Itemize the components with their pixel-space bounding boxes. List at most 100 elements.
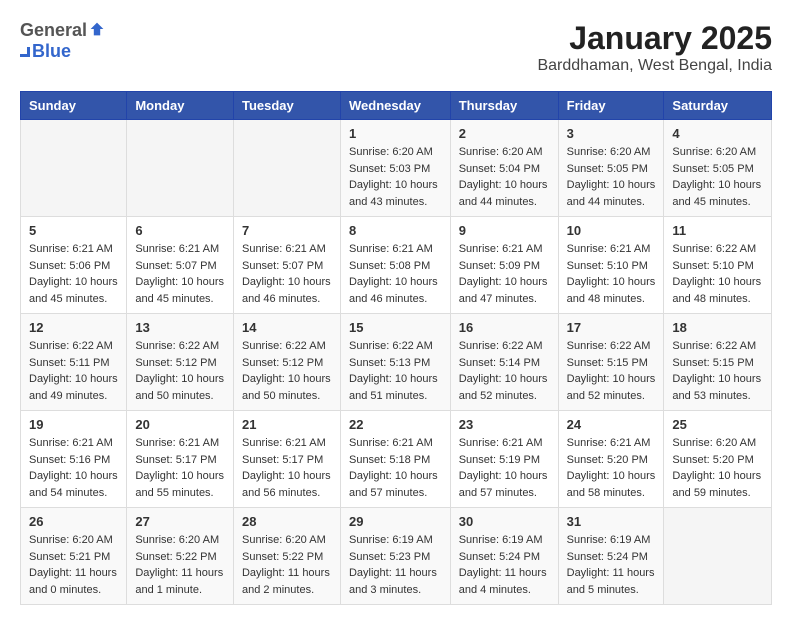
day-number: 31 bbox=[567, 514, 656, 529]
day-number: 15 bbox=[349, 320, 442, 335]
day-number: 2 bbox=[459, 126, 550, 141]
calendar-cell: 17 Sunrise: 6:22 AMSunset: 5:15 PMDayligh… bbox=[558, 314, 664, 411]
day-number: 10 bbox=[567, 223, 656, 238]
calendar-cell: 7 Sunrise: 6:21 AMSunset: 5:07 PMDaylight… bbox=[233, 217, 340, 314]
day-info: Sunrise: 6:21 AMSunset: 5:19 PMDaylight:… bbox=[459, 435, 550, 501]
calendar-week-4: 19 Sunrise: 6:21 AMSunset: 5:16 PMDayligh… bbox=[21, 411, 772, 508]
day-number: 11 bbox=[672, 223, 763, 238]
day-info: Sunrise: 6:20 AMSunset: 5:22 PMDaylight:… bbox=[135, 532, 225, 598]
col-monday: Monday bbox=[127, 92, 234, 120]
calendar-cell: 22 Sunrise: 6:21 AMSunset: 5:18 PMDayligh… bbox=[340, 411, 450, 508]
title-block: January 2025 Barddhaman, West Bengal, In… bbox=[537, 20, 772, 75]
calendar-week-1: 1 Sunrise: 6:20 AMSunset: 5:03 PMDaylight… bbox=[21, 120, 772, 217]
day-info: Sunrise: 6:21 AMSunset: 5:07 PMDaylight:… bbox=[135, 241, 225, 307]
day-info: Sunrise: 6:21 AMSunset: 5:08 PMDaylight:… bbox=[349, 241, 442, 307]
logo-blue: Blue bbox=[32, 41, 71, 62]
day-info: Sunrise: 6:21 AMSunset: 5:20 PMDaylight:… bbox=[567, 435, 656, 501]
page-title: January 2025 bbox=[537, 20, 772, 57]
day-number: 18 bbox=[672, 320, 763, 335]
calendar-cell: 29 Sunrise: 6:19 AMSunset: 5:23 PMDayligh… bbox=[340, 508, 450, 605]
day-info: Sunrise: 6:21 AMSunset: 5:17 PMDaylight:… bbox=[242, 435, 332, 501]
calendar-cell: 23Sunrise: 6:21 AMSunset: 5:19 PMDayligh… bbox=[450, 411, 558, 508]
day-info: Sunrise: 6:22 AMSunset: 5:10 PMDaylight:… bbox=[672, 241, 763, 307]
logo-icon bbox=[89, 21, 105, 37]
day-info: Sunrise: 6:22 AMSunset: 5:15 PMDaylight:… bbox=[567, 338, 656, 404]
day-number: 4 bbox=[672, 126, 763, 141]
col-wednesday: Wednesday bbox=[340, 92, 450, 120]
calendar-table: Sunday Monday Tuesday Wednesday Thursday… bbox=[20, 91, 772, 605]
calendar-cell: 12Sunrise: 6:22 AMSunset: 5:11 PMDayligh… bbox=[21, 314, 127, 411]
day-info: Sunrise: 6:19 AMSunset: 5:24 PMDaylight:… bbox=[567, 532, 656, 598]
day-info: Sunrise: 6:21 AMSunset: 5:09 PMDaylight:… bbox=[459, 241, 550, 307]
day-info: Sunrise: 6:22 AMSunset: 5:12 PMDaylight:… bbox=[242, 338, 332, 404]
calendar-cell bbox=[127, 120, 234, 217]
calendar-cell: 9 Sunrise: 6:21 AMSunset: 5:09 PMDaylight… bbox=[450, 217, 558, 314]
calendar-cell bbox=[233, 120, 340, 217]
day-info: Sunrise: 6:20 AMSunset: 5:05 PMDaylight:… bbox=[567, 144, 656, 210]
calendar-week-5: 26 Sunrise: 6:20 AMSunset: 5:21 PMDayligh… bbox=[21, 508, 772, 605]
calendar-cell: 26 Sunrise: 6:20 AMSunset: 5:21 PMDayligh… bbox=[21, 508, 127, 605]
day-number: 28 bbox=[242, 514, 332, 529]
day-info: Sunrise: 6:20 AMSunset: 5:05 PMDaylight:… bbox=[672, 144, 763, 210]
day-info: Sunrise: 6:22 AMSunset: 5:13 PMDaylight:… bbox=[349, 338, 442, 404]
calendar-cell: 4 Sunrise: 6:20 AMSunset: 5:05 PMDaylight… bbox=[664, 120, 772, 217]
calendar-cell: 21 Sunrise: 6:21 AMSunset: 5:17 PMDayligh… bbox=[233, 411, 340, 508]
logo: General Blue bbox=[20, 20, 105, 62]
day-number: 6 bbox=[135, 223, 225, 238]
calendar-cell: 11 Sunrise: 6:22 AMSunset: 5:10 PMDayligh… bbox=[664, 217, 772, 314]
day-number: 9 bbox=[459, 223, 550, 238]
day-number: 29 bbox=[349, 514, 442, 529]
day-number: 19 bbox=[29, 417, 118, 432]
col-thursday: Thursday bbox=[450, 92, 558, 120]
day-number: 22 bbox=[349, 417, 442, 432]
col-saturday: Saturday bbox=[664, 92, 772, 120]
day-number: 14 bbox=[242, 320, 332, 335]
day-number: 26 bbox=[29, 514, 118, 529]
day-info: Sunrise: 6:21 AMSunset: 5:06 PMDaylight:… bbox=[29, 241, 118, 307]
day-info: Sunrise: 6:22 AMSunset: 5:14 PMDaylight:… bbox=[459, 338, 550, 404]
day-info: Sunrise: 6:19 AMSunset: 5:23 PMDaylight:… bbox=[349, 532, 442, 598]
calendar-cell bbox=[21, 120, 127, 217]
calendar-cell: 5Sunrise: 6:21 AMSunset: 5:06 PMDaylight… bbox=[21, 217, 127, 314]
calendar-cell: 25 Sunrise: 6:20 AMSunset: 5:20 PMDayligh… bbox=[664, 411, 772, 508]
calendar-cell: 24 Sunrise: 6:21 AMSunset: 5:20 PMDayligh… bbox=[558, 411, 664, 508]
day-number: 17 bbox=[567, 320, 656, 335]
day-number: 8 bbox=[349, 223, 442, 238]
day-number: 21 bbox=[242, 417, 332, 432]
calendar-cell: 3 Sunrise: 6:20 AMSunset: 5:05 PMDaylight… bbox=[558, 120, 664, 217]
col-tuesday: Tuesday bbox=[233, 92, 340, 120]
day-number: 13 bbox=[135, 320, 225, 335]
calendar-cell: 8 Sunrise: 6:21 AMSunset: 5:08 PMDaylight… bbox=[340, 217, 450, 314]
day-info: Sunrise: 6:21 AMSunset: 5:17 PMDaylight:… bbox=[135, 435, 225, 501]
day-number: 30 bbox=[459, 514, 550, 529]
calendar-cell: 15 Sunrise: 6:22 AMSunset: 5:13 PMDayligh… bbox=[340, 314, 450, 411]
day-info: Sunrise: 6:20 AMSunset: 5:21 PMDaylight:… bbox=[29, 532, 118, 598]
day-number: 1 bbox=[349, 126, 442, 141]
day-info: Sunrise: 6:21 AMSunset: 5:07 PMDaylight:… bbox=[242, 241, 332, 307]
day-info: Sunrise: 6:22 AMSunset: 5:15 PMDaylight:… bbox=[672, 338, 763, 404]
calendar-week-2: 5Sunrise: 6:21 AMSunset: 5:06 PMDaylight… bbox=[21, 217, 772, 314]
day-number: 25 bbox=[672, 417, 763, 432]
day-info: Sunrise: 6:22 AMSunset: 5:12 PMDaylight:… bbox=[135, 338, 225, 404]
calendar-cell: 2 Sunrise: 6:20 AMSunset: 5:04 PMDaylight… bbox=[450, 120, 558, 217]
calendar-cell: 1 Sunrise: 6:20 AMSunset: 5:03 PMDaylight… bbox=[340, 120, 450, 217]
day-number: 3 bbox=[567, 126, 656, 141]
calendar-header-row: Sunday Monday Tuesday Wednesday Thursday… bbox=[21, 92, 772, 120]
day-number: 7 bbox=[242, 223, 332, 238]
calendar-cell: 13 Sunrise: 6:22 AMSunset: 5:12 PMDayligh… bbox=[127, 314, 234, 411]
day-info: Sunrise: 6:20 AMSunset: 5:04 PMDaylight:… bbox=[459, 144, 550, 210]
calendar-cell: 31 Sunrise: 6:19 AMSunset: 5:24 PMDayligh… bbox=[558, 508, 664, 605]
logo-text: General bbox=[20, 20, 105, 41]
day-info: Sunrise: 6:20 AMSunset: 5:20 PMDaylight:… bbox=[672, 435, 763, 501]
calendar-cell: 20Sunrise: 6:21 AMSunset: 5:17 PMDayligh… bbox=[127, 411, 234, 508]
logo-general: General bbox=[20, 20, 87, 41]
calendar-cell: 28Sunrise: 6:20 AMSunset: 5:22 PMDayligh… bbox=[233, 508, 340, 605]
page-header: General Blue January 2025 Barddhaman, We… bbox=[20, 20, 772, 75]
day-info: Sunrise: 6:21 AMSunset: 5:16 PMDaylight:… bbox=[29, 435, 118, 501]
day-info: Sunrise: 6:20 AMSunset: 5:03 PMDaylight:… bbox=[349, 144, 442, 210]
day-info: Sunrise: 6:21 AMSunset: 5:18 PMDaylight:… bbox=[349, 435, 442, 501]
calendar-cell: 18 Sunrise: 6:22 AMSunset: 5:15 PMDayligh… bbox=[664, 314, 772, 411]
calendar-week-3: 12Sunrise: 6:22 AMSunset: 5:11 PMDayligh… bbox=[21, 314, 772, 411]
day-number: 24 bbox=[567, 417, 656, 432]
day-info: Sunrise: 6:21 AMSunset: 5:10 PMDaylight:… bbox=[567, 241, 656, 307]
